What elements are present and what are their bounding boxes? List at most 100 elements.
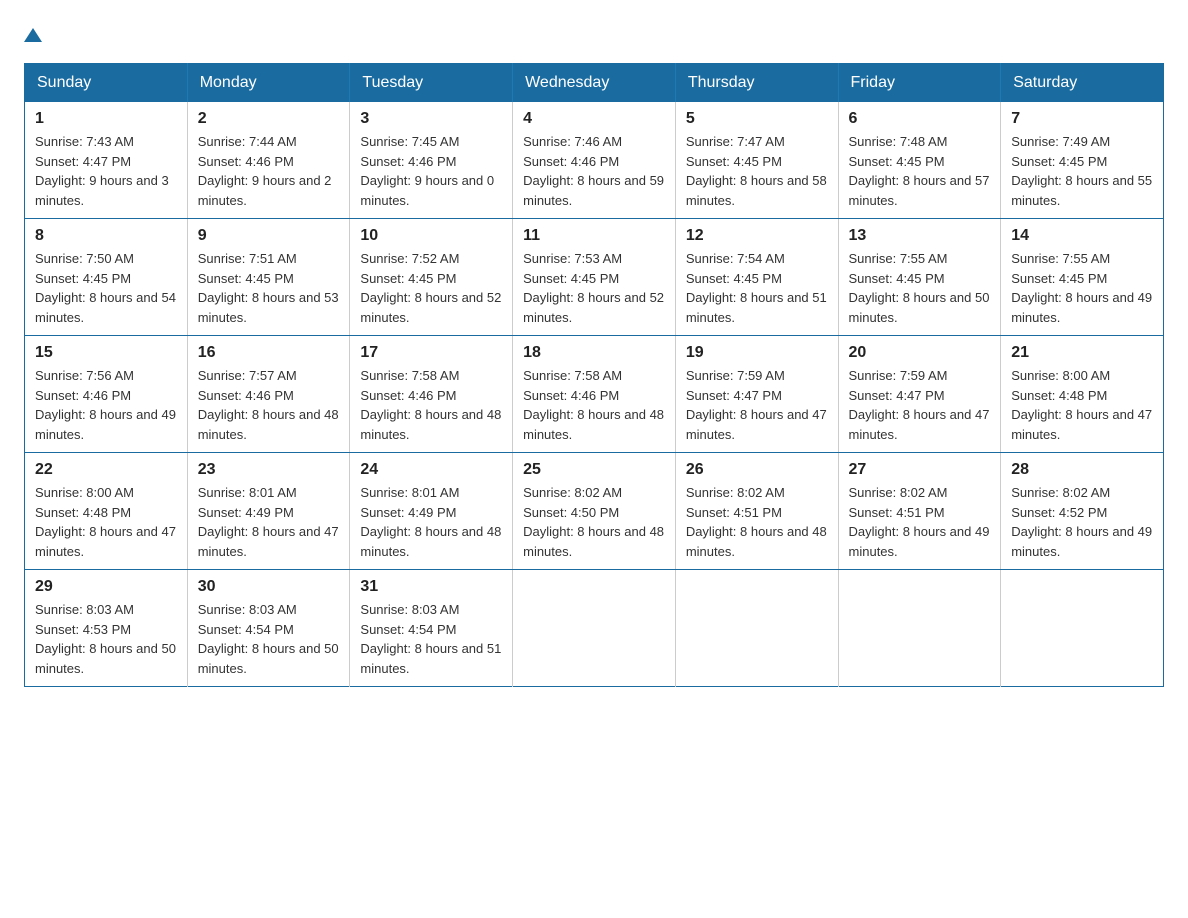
day-number: 17: [360, 344, 502, 362]
day-info: Sunrise: 7:55 AMSunset: 4:45 PMDaylight:…: [1011, 249, 1153, 327]
calendar-week-row: 8 Sunrise: 7:50 AMSunset: 4:45 PMDayligh…: [25, 219, 1164, 336]
calendar-header-row: SundayMondayTuesdayWednesdayThursdayFrid…: [25, 64, 1164, 103]
day-info: Sunrise: 7:47 AMSunset: 4:45 PMDaylight:…: [686, 132, 828, 210]
day-number: 6: [849, 110, 991, 128]
calendar-cell: 29 Sunrise: 8:03 AMSunset: 4:53 PMDaylig…: [25, 570, 188, 687]
calendar-cell: 26 Sunrise: 8:02 AMSunset: 4:51 PMDaylig…: [675, 453, 838, 570]
column-header-thursday: Thursday: [675, 64, 838, 103]
day-number: 12: [686, 227, 828, 245]
day-number: 2: [198, 110, 340, 128]
calendar-cell: 7 Sunrise: 7:49 AMSunset: 4:45 PMDayligh…: [1001, 102, 1164, 219]
day-number: 18: [523, 344, 665, 362]
day-number: 20: [849, 344, 991, 362]
calendar-cell: 20 Sunrise: 7:59 AMSunset: 4:47 PMDaylig…: [838, 336, 1001, 453]
day-info: Sunrise: 8:01 AMSunset: 4:49 PMDaylight:…: [360, 483, 502, 561]
day-number: 22: [35, 461, 177, 479]
calendar-cell: [675, 570, 838, 687]
calendar-cell: 22 Sunrise: 8:00 AMSunset: 4:48 PMDaylig…: [25, 453, 188, 570]
day-info: Sunrise: 8:00 AMSunset: 4:48 PMDaylight:…: [35, 483, 177, 561]
day-number: 27: [849, 461, 991, 479]
logo: [24, 24, 44, 47]
day-info: Sunrise: 8:02 AMSunset: 4:50 PMDaylight:…: [523, 483, 665, 561]
calendar-cell: 18 Sunrise: 7:58 AMSunset: 4:46 PMDaylig…: [513, 336, 676, 453]
column-header-friday: Friday: [838, 64, 1001, 103]
calendar-cell: 17 Sunrise: 7:58 AMSunset: 4:46 PMDaylig…: [350, 336, 513, 453]
column-header-saturday: Saturday: [1001, 64, 1164, 103]
day-info: Sunrise: 8:01 AMSunset: 4:49 PMDaylight:…: [198, 483, 340, 561]
calendar-cell: 8 Sunrise: 7:50 AMSunset: 4:45 PMDayligh…: [25, 219, 188, 336]
day-number: 25: [523, 461, 665, 479]
day-info: Sunrise: 7:52 AMSunset: 4:45 PMDaylight:…: [360, 249, 502, 327]
day-number: 14: [1011, 227, 1153, 245]
day-number: 23: [198, 461, 340, 479]
calendar-cell: 13 Sunrise: 7:55 AMSunset: 4:45 PMDaylig…: [838, 219, 1001, 336]
day-info: Sunrise: 7:56 AMSunset: 4:46 PMDaylight:…: [35, 366, 177, 444]
day-info: Sunrise: 7:51 AMSunset: 4:45 PMDaylight:…: [198, 249, 340, 327]
day-info: Sunrise: 7:44 AMSunset: 4:46 PMDaylight:…: [198, 132, 340, 210]
day-number: 19: [686, 344, 828, 362]
calendar-cell: 2 Sunrise: 7:44 AMSunset: 4:46 PMDayligh…: [187, 102, 350, 219]
day-info: Sunrise: 7:59 AMSunset: 4:47 PMDaylight:…: [849, 366, 991, 444]
day-info: Sunrise: 7:45 AMSunset: 4:46 PMDaylight:…: [360, 132, 502, 210]
day-number: 8: [35, 227, 177, 245]
calendar-cell: 3 Sunrise: 7:45 AMSunset: 4:46 PMDayligh…: [350, 102, 513, 219]
calendar-cell: 31 Sunrise: 8:03 AMSunset: 4:54 PMDaylig…: [350, 570, 513, 687]
day-info: Sunrise: 8:03 AMSunset: 4:53 PMDaylight:…: [35, 600, 177, 678]
day-number: 3: [360, 110, 502, 128]
day-number: 5: [686, 110, 828, 128]
calendar-cell: 10 Sunrise: 7:52 AMSunset: 4:45 PMDaylig…: [350, 219, 513, 336]
calendar-cell: 28 Sunrise: 8:02 AMSunset: 4:52 PMDaylig…: [1001, 453, 1164, 570]
day-number: 9: [198, 227, 340, 245]
day-info: Sunrise: 7:54 AMSunset: 4:45 PMDaylight:…: [686, 249, 828, 327]
day-info: Sunrise: 8:03 AMSunset: 4:54 PMDaylight:…: [198, 600, 340, 678]
calendar-cell: 27 Sunrise: 8:02 AMSunset: 4:51 PMDaylig…: [838, 453, 1001, 570]
logo-arrow-icon: [24, 26, 42, 49]
day-info: Sunrise: 8:03 AMSunset: 4:54 PMDaylight:…: [360, 600, 502, 678]
calendar-week-row: 22 Sunrise: 8:00 AMSunset: 4:48 PMDaylig…: [25, 453, 1164, 570]
day-info: Sunrise: 7:58 AMSunset: 4:46 PMDaylight:…: [360, 366, 502, 444]
day-info: Sunrise: 7:43 AMSunset: 4:47 PMDaylight:…: [35, 132, 177, 210]
day-number: 10: [360, 227, 502, 245]
calendar-cell: 12 Sunrise: 7:54 AMSunset: 4:45 PMDaylig…: [675, 219, 838, 336]
day-info: Sunrise: 8:02 AMSunset: 4:52 PMDaylight:…: [1011, 483, 1153, 561]
day-info: Sunrise: 8:02 AMSunset: 4:51 PMDaylight:…: [686, 483, 828, 561]
day-number: 30: [198, 578, 340, 596]
day-info: Sunrise: 7:49 AMSunset: 4:45 PMDaylight:…: [1011, 132, 1153, 210]
column-header-monday: Monday: [187, 64, 350, 103]
calendar-week-row: 29 Sunrise: 8:03 AMSunset: 4:53 PMDaylig…: [25, 570, 1164, 687]
calendar-cell: 25 Sunrise: 8:02 AMSunset: 4:50 PMDaylig…: [513, 453, 676, 570]
day-number: 16: [198, 344, 340, 362]
calendar-cell: 14 Sunrise: 7:55 AMSunset: 4:45 PMDaylig…: [1001, 219, 1164, 336]
day-number: 24: [360, 461, 502, 479]
calendar-cell: [838, 570, 1001, 687]
day-info: Sunrise: 8:00 AMSunset: 4:48 PMDaylight:…: [1011, 366, 1153, 444]
calendar-table: SundayMondayTuesdayWednesdayThursdayFrid…: [24, 63, 1164, 687]
calendar-cell: 4 Sunrise: 7:46 AMSunset: 4:46 PMDayligh…: [513, 102, 676, 219]
day-info: Sunrise: 7:55 AMSunset: 4:45 PMDaylight:…: [849, 249, 991, 327]
day-info: Sunrise: 7:46 AMSunset: 4:46 PMDaylight:…: [523, 132, 665, 210]
calendar-week-row: 1 Sunrise: 7:43 AMSunset: 4:47 PMDayligh…: [25, 102, 1164, 219]
column-header-wednesday: Wednesday: [513, 64, 676, 103]
day-number: 13: [849, 227, 991, 245]
day-number: 7: [1011, 110, 1153, 128]
day-info: Sunrise: 7:59 AMSunset: 4:47 PMDaylight:…: [686, 366, 828, 444]
day-number: 31: [360, 578, 502, 596]
day-number: 21: [1011, 344, 1153, 362]
calendar-cell: 1 Sunrise: 7:43 AMSunset: 4:47 PMDayligh…: [25, 102, 188, 219]
calendar-week-row: 15 Sunrise: 7:56 AMSunset: 4:46 PMDaylig…: [25, 336, 1164, 453]
calendar-cell: [1001, 570, 1164, 687]
calendar-cell: 24 Sunrise: 8:01 AMSunset: 4:49 PMDaylig…: [350, 453, 513, 570]
day-number: 4: [523, 110, 665, 128]
calendar-cell: 21 Sunrise: 8:00 AMSunset: 4:48 PMDaylig…: [1001, 336, 1164, 453]
day-info: Sunrise: 7:53 AMSunset: 4:45 PMDaylight:…: [523, 249, 665, 327]
calendar-cell: 30 Sunrise: 8:03 AMSunset: 4:54 PMDaylig…: [187, 570, 350, 687]
day-info: Sunrise: 7:50 AMSunset: 4:45 PMDaylight:…: [35, 249, 177, 327]
day-number: 1: [35, 110, 177, 128]
column-header-tuesday: Tuesday: [350, 64, 513, 103]
day-info: Sunrise: 7:58 AMSunset: 4:46 PMDaylight:…: [523, 366, 665, 444]
day-info: Sunrise: 8:02 AMSunset: 4:51 PMDaylight:…: [849, 483, 991, 561]
calendar-cell: 15 Sunrise: 7:56 AMSunset: 4:46 PMDaylig…: [25, 336, 188, 453]
calendar-cell: 23 Sunrise: 8:01 AMSunset: 4:49 PMDaylig…: [187, 453, 350, 570]
day-info: Sunrise: 7:48 AMSunset: 4:45 PMDaylight:…: [849, 132, 991, 210]
page-header: [24, 24, 1164, 47]
